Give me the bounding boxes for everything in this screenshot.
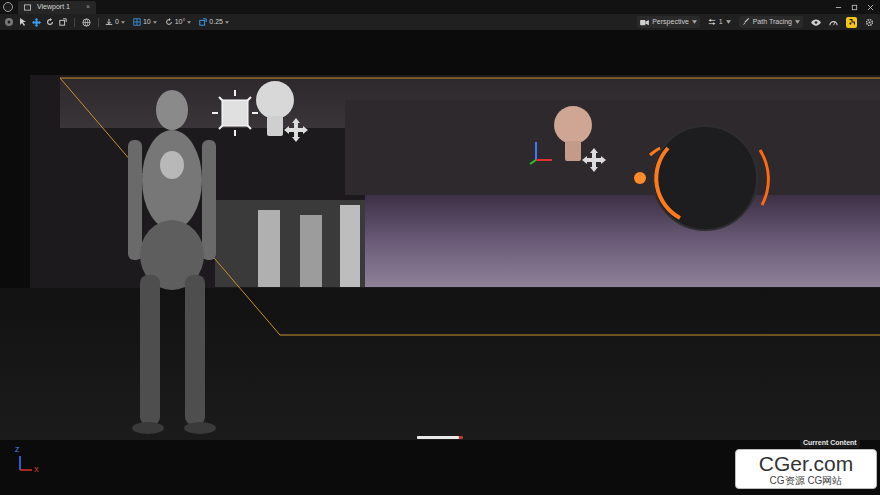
snap-value: 10	[143, 17, 151, 28]
editor-window: Viewport 1 × 0 10 10° 0.25 Perspective	[0, 0, 880, 495]
snap-value: 0	[115, 17, 119, 28]
caret-icon	[726, 20, 731, 24]
caret-icon	[692, 20, 697, 24]
world-space-icon[interactable]	[82, 18, 91, 27]
move-icon[interactable]	[32, 18, 41, 27]
move-handle-icon[interactable]	[582, 148, 606, 172]
transform-tools	[4, 17, 101, 27]
minimize-icon[interactable]	[835, 4, 842, 11]
camera-speed-label: 1	[719, 17, 723, 28]
unreal-logo-icon[interactable]	[3, 2, 13, 12]
scene-objects	[0, 30, 880, 495]
floor	[0, 288, 880, 440]
caret-icon	[795, 20, 800, 24]
snap-setting[interactable]: 10°	[165, 17, 192, 28]
snap-settings: 0 10 10° 0.25	[105, 17, 229, 28]
viewport-toolbar: 0 10 10° 0.25 Perspective 1 Path Tracing	[0, 14, 880, 30]
camera-frustum[interactable]	[60, 78, 880, 335]
title-bar: Viewport 1 ×	[0, 0, 880, 14]
caret-icon	[187, 21, 191, 24]
view-options: Perspective 1 Path Tracing	[637, 16, 874, 28]
point-light-bulb-icon[interactable]	[554, 106, 592, 161]
options-menu-icon[interactable]	[4, 17, 14, 27]
drone-sphere[interactable]	[634, 126, 768, 230]
gauge-icon[interactable]	[829, 18, 838, 27]
axis-gizmo-icon	[20, 456, 32, 470]
scale-icon[interactable]	[59, 18, 67, 26]
axis-z-label: Z	[15, 446, 19, 454]
robot-character[interactable]	[128, 90, 216, 434]
surface-snap-icon	[105, 18, 113, 26]
pillar	[258, 210, 280, 287]
realtime-icon	[848, 18, 856, 26]
watermark: CGer.com CG资源 CG网站	[735, 449, 877, 489]
watermark-title: CGer.com	[759, 452, 854, 475]
snap-value: 0.25	[209, 17, 223, 28]
caret-icon	[121, 21, 125, 24]
render-mode-dropdown[interactable]: Path Tracing	[739, 16, 803, 28]
rotation-snap-icon	[165, 18, 173, 26]
render-progress-track	[417, 436, 463, 439]
viewport-icon	[24, 4, 31, 11]
camera-speed-dropdown[interactable]: 1	[708, 17, 731, 28]
grid-snap-icon	[133, 18, 141, 26]
snap-setting[interactable]: 0	[105, 17, 125, 28]
sliders-icon	[708, 18, 716, 26]
window-controls	[835, 4, 874, 11]
caret-icon	[225, 21, 229, 24]
scale-snap-icon	[199, 18, 207, 26]
sky	[365, 195, 880, 287]
tab-close[interactable]: ×	[86, 2, 90, 13]
render-progress-fill	[417, 436, 459, 439]
maximize-icon[interactable]	[851, 4, 858, 11]
snap-setting[interactable]: 10	[133, 17, 157, 28]
snap-value: 10°	[175, 17, 186, 28]
pillar	[340, 205, 360, 287]
eye-icon[interactable]	[811, 19, 821, 26]
caret-icon	[153, 21, 157, 24]
move-handle-icon[interactable]	[284, 118, 308, 142]
view-mode-label: Perspective	[652, 17, 689, 28]
snap-setting[interactable]: 0.25	[199, 17, 229, 28]
render-mode-label: Path Tracing	[753, 17, 792, 28]
axis-x-label: X	[34, 466, 39, 474]
view-mode-dropdown[interactable]: Perspective	[637, 16, 700, 28]
wall-structure	[345, 100, 880, 195]
tab-label[interactable]: Viewport 1	[37, 2, 70, 13]
transform-gizmo-icon[interactable]	[530, 142, 552, 164]
content-browser-label[interactable]: Current Content	[800, 438, 860, 448]
rotate-icon[interactable]	[46, 18, 54, 26]
sun-light-icon[interactable]	[212, 90, 258, 136]
brush-icon	[742, 18, 750, 26]
watermark-subtitle: CG资源 CG网站	[770, 475, 843, 487]
viewport[interactable]: Z X Current Content CGer.com CG资源 CG网站	[0, 30, 880, 495]
gear-icon[interactable]	[865, 18, 874, 27]
camera-icon	[640, 19, 649, 26]
viewport-tab[interactable]: Viewport 1 ×	[18, 1, 96, 14]
pillar	[300, 215, 322, 287]
select-arrow-icon[interactable]	[19, 18, 27, 26]
lock-toggle[interactable]	[846, 17, 857, 28]
close-window-icon[interactable]	[867, 4, 874, 11]
